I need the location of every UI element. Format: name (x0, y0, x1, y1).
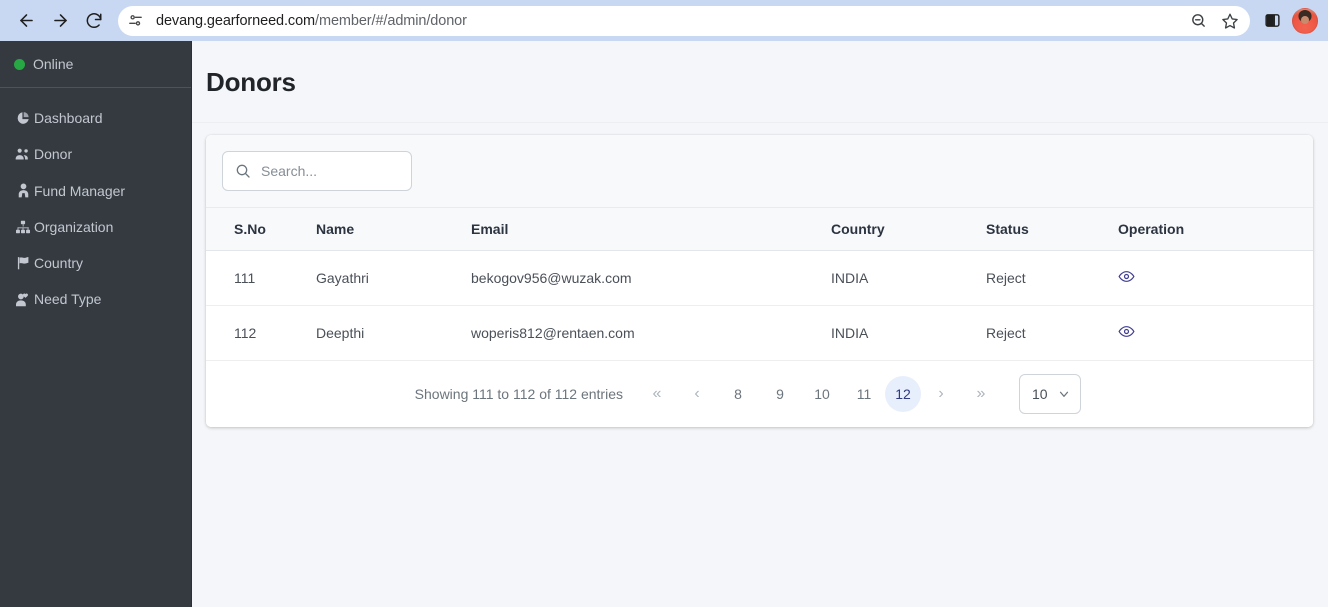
sidebar-item-label: Fund Manager (34, 182, 126, 199)
pagination-page-8[interactable]: 8 (717, 376, 759, 412)
search-input[interactable] (261, 163, 399, 179)
pagination-prev-button[interactable]: ‹ (677, 376, 717, 412)
forward-button[interactable] (44, 5, 76, 37)
table-head: S.No Name Email Country Status Operation (206, 208, 1313, 251)
column-header-country[interactable]: Country (831, 208, 986, 251)
zoom-icon[interactable] (1184, 7, 1212, 35)
cell-country: INDIA (831, 250, 986, 306)
cell-operation (1118, 305, 1313, 361)
main-content: Donors S.No Name (192, 41, 1328, 607)
users-icon (14, 145, 32, 163)
side-panel-icon[interactable] (1258, 7, 1286, 35)
bookmark-star-icon[interactable] (1216, 7, 1244, 35)
column-header-operation[interactable]: Operation (1118, 208, 1313, 251)
flag-icon (14, 254, 32, 272)
donors-table: S.No Name Email Country Status Operation… (206, 208, 1313, 361)
pagination-page-9[interactable]: 9 (759, 376, 801, 412)
page-title: Donors (206, 67, 296, 97)
pagination-next-button[interactable]: › (921, 376, 961, 412)
sidebar-item-label: Donor (34, 146, 73, 163)
sitemap-icon (14, 218, 32, 236)
reload-button[interactable] (78, 5, 110, 37)
search-box[interactable] (222, 151, 412, 191)
sidebar-item-organization[interactable]: Organization (0, 209, 191, 245)
pagination-page-12-active[interactable]: 12 (885, 376, 921, 412)
column-header-email[interactable]: Email (471, 208, 831, 251)
cell-operation (1118, 250, 1313, 306)
user-tie-icon (14, 182, 32, 200)
app-shell: Online Dashboard Donor Fund Manager Orga… (0, 41, 1328, 607)
showing-entries-text: Showing 111 to 112 of 112 entries (414, 386, 623, 402)
content-header: Donors (192, 41, 1328, 123)
omnibox-actions (1184, 7, 1244, 35)
table-row[interactable]: 111 Gayathri bekogov956@wuzak.com INDIA … (206, 250, 1313, 306)
per-page-select[interactable]: 10 (1019, 374, 1081, 414)
sidebar-status: Online (0, 41, 191, 88)
table-row[interactable]: 112 Deepthi woperis812@rentaen.com INDIA… (206, 305, 1313, 361)
sidebar-item-label: Need Type (34, 291, 102, 308)
column-header-name[interactable]: Name (316, 208, 471, 251)
cell-sno: 111 (206, 250, 316, 306)
pagination-first-button[interactable]: « (637, 376, 677, 412)
sidebar-item-dashboard[interactable]: Dashboard (0, 100, 191, 136)
cell-status: Reject (986, 305, 1118, 361)
sidebar-item-label: Dashboard (34, 110, 103, 126)
sidebar-item-donor[interactable]: Donor (0, 136, 191, 172)
pagination-page-11[interactable]: 11 (843, 376, 885, 412)
back-button[interactable] (10, 5, 42, 37)
cell-status: Reject (986, 250, 1118, 306)
cell-email: bekogov956@wuzak.com (471, 250, 831, 306)
cell-sno: 112 (206, 305, 316, 361)
cell-email: woperis812@rentaen.com (471, 305, 831, 361)
browser-toolbar: devang.gearforneed.com/member/#/admin/do… (0, 0, 1328, 41)
pagination-bar: Showing 111 to 112 of 112 entries « ‹ 8 … (206, 361, 1313, 427)
sidebar-item-label: Organization (34, 218, 114, 235)
browser-right-actions (1258, 7, 1318, 35)
url-host: devang.gearforneed.com (156, 12, 316, 29)
sidebar: Online Dashboard Donor Fund Manager Orga… (0, 41, 192, 607)
table-toolbar (206, 135, 1313, 208)
sidebar-nav: Dashboard Donor Fund Manager Organizatio… (0, 88, 191, 318)
pagination-last-button[interactable]: » (961, 376, 1001, 412)
address-bar-text: devang.gearforneed.com/member/#/admin/do… (148, 13, 1184, 29)
site-info-icon[interactable] (122, 8, 148, 34)
user-heart-icon (14, 291, 32, 309)
sidebar-item-country[interactable]: Country (0, 245, 191, 281)
column-header-status[interactable]: Status (986, 208, 1118, 251)
pagination-page-10[interactable]: 10 (801, 376, 843, 412)
chevron-down-icon (1057, 387, 1071, 401)
pie-chart-icon (14, 109, 32, 127)
per-page-value: 10 (1032, 386, 1048, 402)
column-header-sno[interactable]: S.No (206, 208, 316, 251)
table-header-row: S.No Name Email Country Status Operation (206, 208, 1313, 251)
view-icon[interactable] (1118, 323, 1135, 340)
cell-name: Gayathri (316, 250, 471, 306)
address-bar[interactable]: devang.gearforneed.com/member/#/admin/do… (118, 5, 1250, 36)
cell-name: Deepthi (316, 305, 471, 361)
content-body: S.No Name Email Country Status Operation… (192, 123, 1328, 607)
pager: « ‹ 8 9 10 11 12 › » (637, 376, 1001, 412)
donors-card: S.No Name Email Country Status Operation… (206, 135, 1313, 427)
sidebar-item-need-type[interactable]: Need Type (0, 281, 191, 317)
sidebar-item-label: Country (34, 255, 84, 272)
view-icon[interactable] (1118, 268, 1135, 285)
profile-avatar[interactable] (1292, 7, 1318, 34)
online-status-dot (14, 58, 25, 70)
online-status-label: Online (33, 56, 74, 72)
cell-country: INDIA (831, 305, 986, 361)
sidebar-item-fund-manager[interactable]: Fund Manager (0, 173, 191, 209)
table-body: 111 Gayathri bekogov956@wuzak.com INDIA … (206, 250, 1313, 361)
search-icon (235, 163, 251, 179)
url-path: /member/#/admin/donor (315, 12, 467, 29)
